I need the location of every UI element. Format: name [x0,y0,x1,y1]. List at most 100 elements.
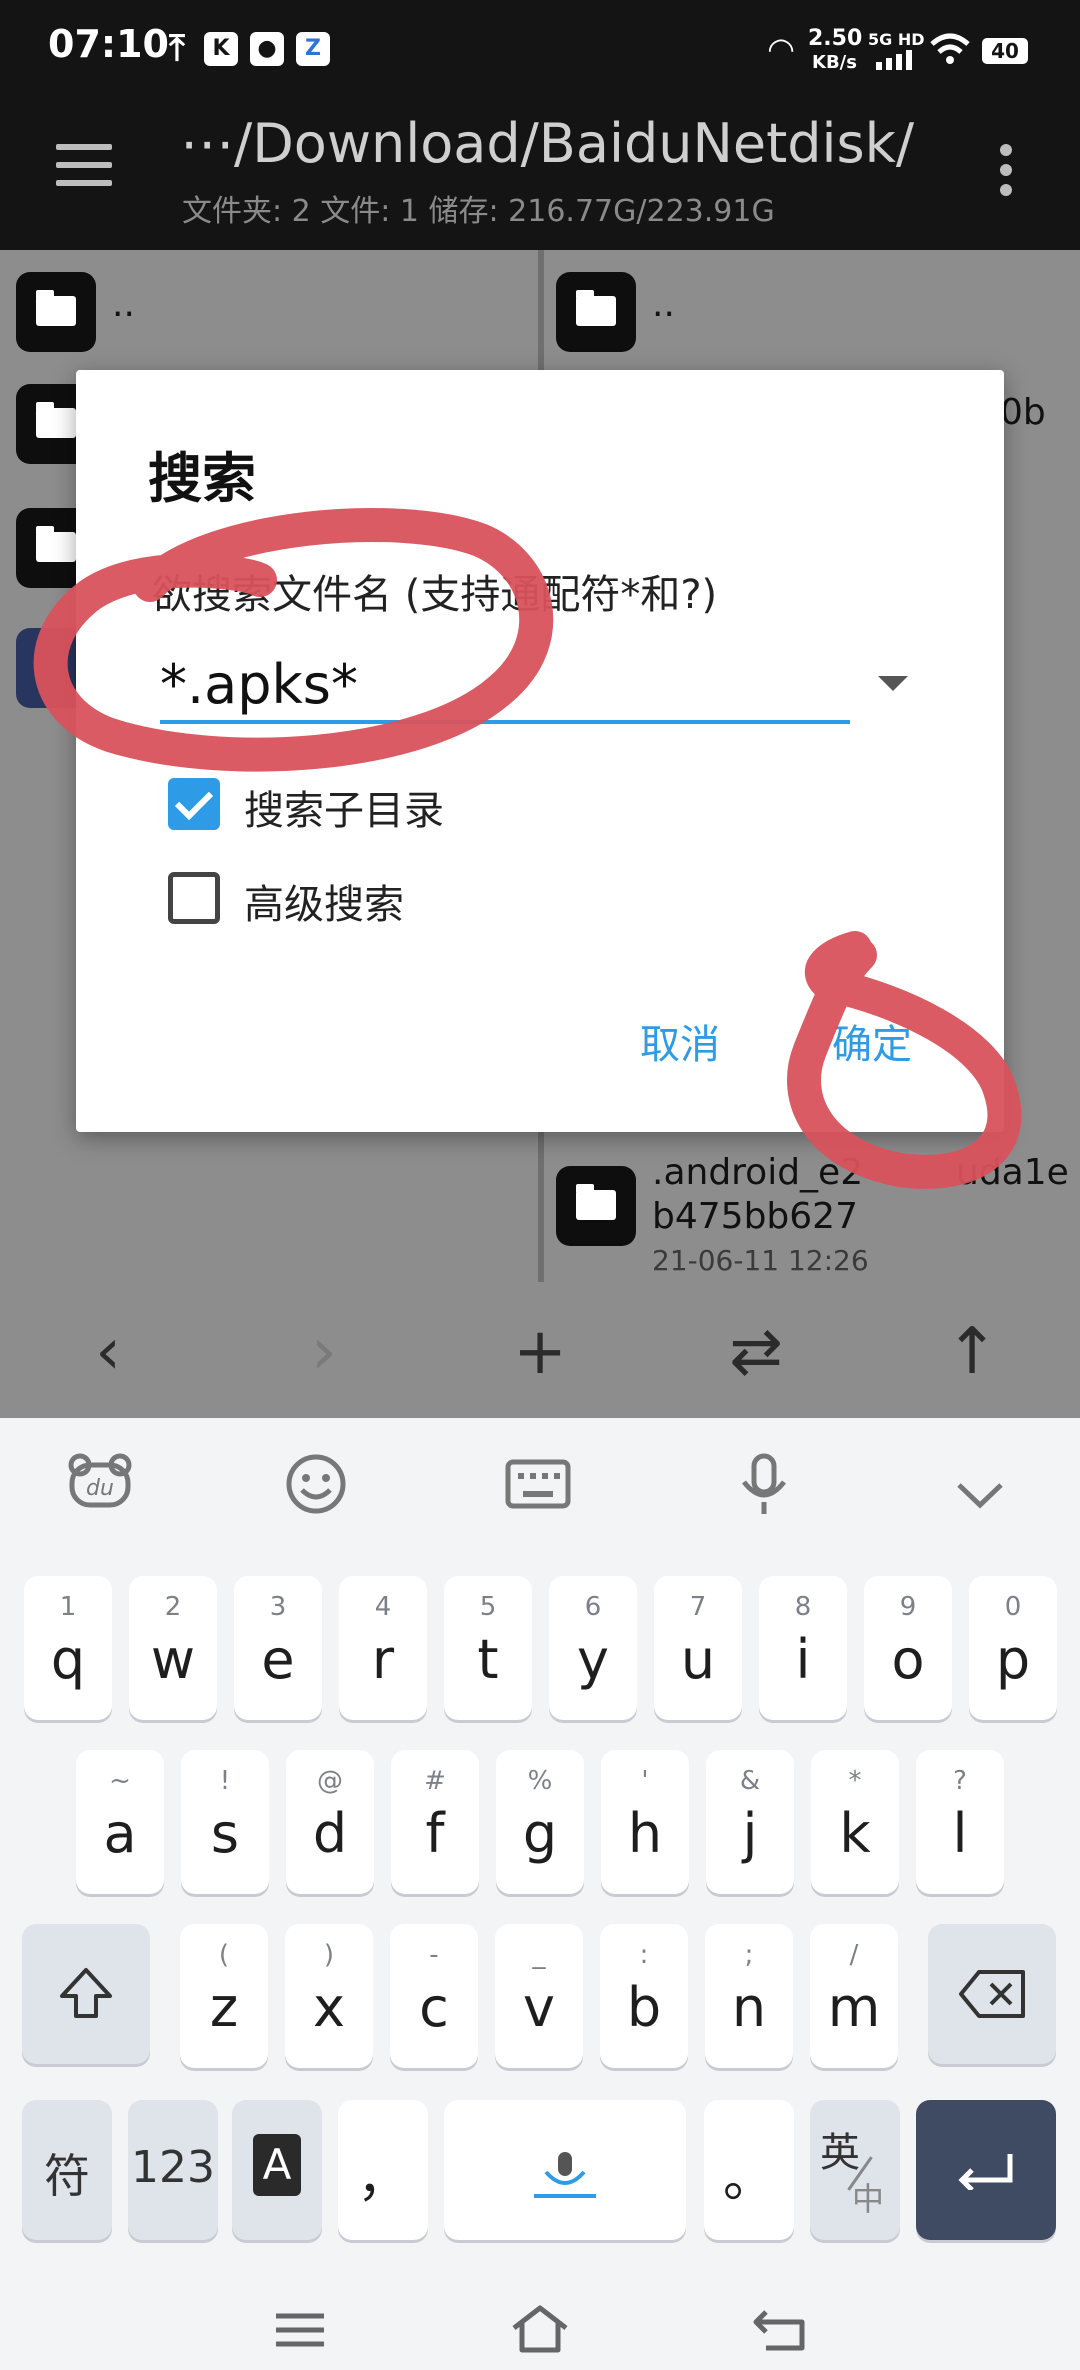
key-r[interactable]: 4r [339,1576,427,1720]
key-label: q [50,1628,86,1691]
file-name: .android_e2 [652,1152,864,1193]
key-label: k [839,1802,871,1865]
swap-icon[interactable]: ⇄ [716,1312,796,1392]
symbol-key[interactable]: 符 [22,2100,112,2240]
key-label: d [312,1802,348,1865]
key-label: l [952,1802,968,1865]
key-e[interactable]: 3e [234,1576,322,1720]
key-hint: 2 [164,1592,182,1622]
key-j[interactable]: & j [706,1750,794,1894]
key-v[interactable]: _ v [495,1924,583,2068]
search-field-label: 欲搜索文件名 (支持通配符*和?) [152,572,718,618]
key-k[interactable]: * k [811,1750,899,1894]
list-item[interactable]: .. [0,262,538,362]
key-label: e [261,1628,295,1691]
key-hint: * [848,1766,862,1796]
menu-icon[interactable] [272,2308,328,2352]
headphones-icon: ◠ [768,30,794,68]
history-dropdown-icon[interactable] [878,676,908,691]
list-item[interactable]: .android_e2 uda1e b475bb627 21-06-11 12:… [544,1140,1080,1282]
key-q[interactable]: 1q [24,1576,112,1720]
add-icon[interactable]: + [500,1312,580,1392]
keyboard-icon[interactable] [498,1452,578,1532]
key-w[interactable]: 2w [129,1576,217,1720]
file-name: .. [112,284,135,325]
signal-icon [876,50,912,70]
network-type: 5G HD [868,30,925,49]
search-input[interactable] [160,648,850,724]
status-time: 07:10 [48,22,169,66]
period-key[interactable]: 。 [704,2100,794,2240]
lang-key-bottom: 中 [852,2180,885,2218]
key-hint: - [429,1940,439,1970]
key-m[interactable]: / m [810,1924,898,2068]
advanced-search-checkbox-label: 高级搜索 [244,882,404,928]
backspace-icon [959,1970,1025,2018]
key-label: v [523,1976,555,2039]
forward-icon[interactable]: › [284,1312,364,1392]
ok-button[interactable]: 确定 [832,1012,912,1070]
key-l[interactable]: ? l [916,1750,1004,1894]
folder-icon [556,1166,636,1246]
key-hint: ; [744,1940,754,1970]
key-hint: ! [219,1766,231,1796]
symbol-key-label: 符 [44,2149,90,2203]
case-key[interactable]: A [232,2100,322,2240]
key-s[interactable]: ! s [181,1750,269,1894]
language-switch-key[interactable]: 英 中 [810,2100,900,2240]
back-icon[interactable]: ‹ [68,1312,148,1392]
key-n[interactable]: ; n [705,1924,793,2068]
list-item[interactable]: .. [544,262,1080,362]
back-nav-icon[interactable] [752,2306,808,2352]
key-hint: @ [317,1766,343,1796]
file-name-line2: b475bb627 [652,1196,858,1237]
key-u[interactable]: 7u [654,1576,742,1720]
key-x[interactable]: ) x [285,1924,373,2068]
key-y[interactable]: 6y [549,1576,637,1720]
voice-space-icon [534,2152,596,2198]
key-label: j [742,1802,758,1865]
comma-key[interactable]: ， [338,2100,428,2240]
key-label: m [827,1976,881,2039]
key-hint: 6 [584,1592,602,1622]
key-h[interactable]: ' h [601,1750,689,1894]
baidu-du-icon[interactable]: du [60,1452,140,1532]
space-key[interactable] [444,2100,686,2240]
key-hint: 4 [374,1592,392,1622]
home-icon[interactable] [510,2304,570,2354]
key-z[interactable]: (z [180,1924,268,2068]
key-p[interactable]: 0p [969,1576,1057,1720]
microphone-icon[interactable] [724,1452,804,1532]
subdirectory-checkbox[interactable] [168,778,220,830]
key-o[interactable]: 9o [864,1576,952,1720]
key-t[interactable]: 5t [444,1576,532,1720]
more-vert-icon[interactable] [986,140,1026,200]
number-key[interactable]: 123 [128,2100,218,2240]
hamburger-menu-icon[interactable] [50,140,120,200]
key-label: a [103,1802,137,1865]
cancel-button[interactable]: 取消 [640,1012,720,1070]
advanced-search-checkbox[interactable] [168,872,220,924]
key-hint: 9 [899,1592,917,1622]
backspace-key[interactable] [928,1924,1056,2064]
key-a[interactable]: ~ a [76,1750,164,1894]
shift-key[interactable] [22,1924,150,2064]
enter-icon [958,2154,1013,2192]
key-d[interactable]: @ d [286,1750,374,1894]
key-label: t [477,1628,499,1691]
key-c[interactable]: -c [390,1924,478,2068]
enter-key[interactable] [916,2100,1056,2240]
key-g[interactable]: % g [496,1750,584,1894]
key-hint: % [527,1766,553,1796]
key-b[interactable]: :b [600,1924,688,2068]
key-label: i [795,1628,811,1691]
collapse-keyboard-icon[interactable] [940,1452,1020,1532]
key-label: y [577,1628,609,1691]
period-key-label: 。 [722,2149,775,2209]
key-i[interactable]: 8i [759,1576,847,1720]
key-f[interactable]: # f [391,1750,479,1894]
battery-indicator: 40 [982,38,1028,64]
key-hint: ' [641,1766,649,1796]
emoji-icon[interactable] [276,1452,356,1532]
up-icon[interactable]: ↑ [932,1312,1012,1392]
